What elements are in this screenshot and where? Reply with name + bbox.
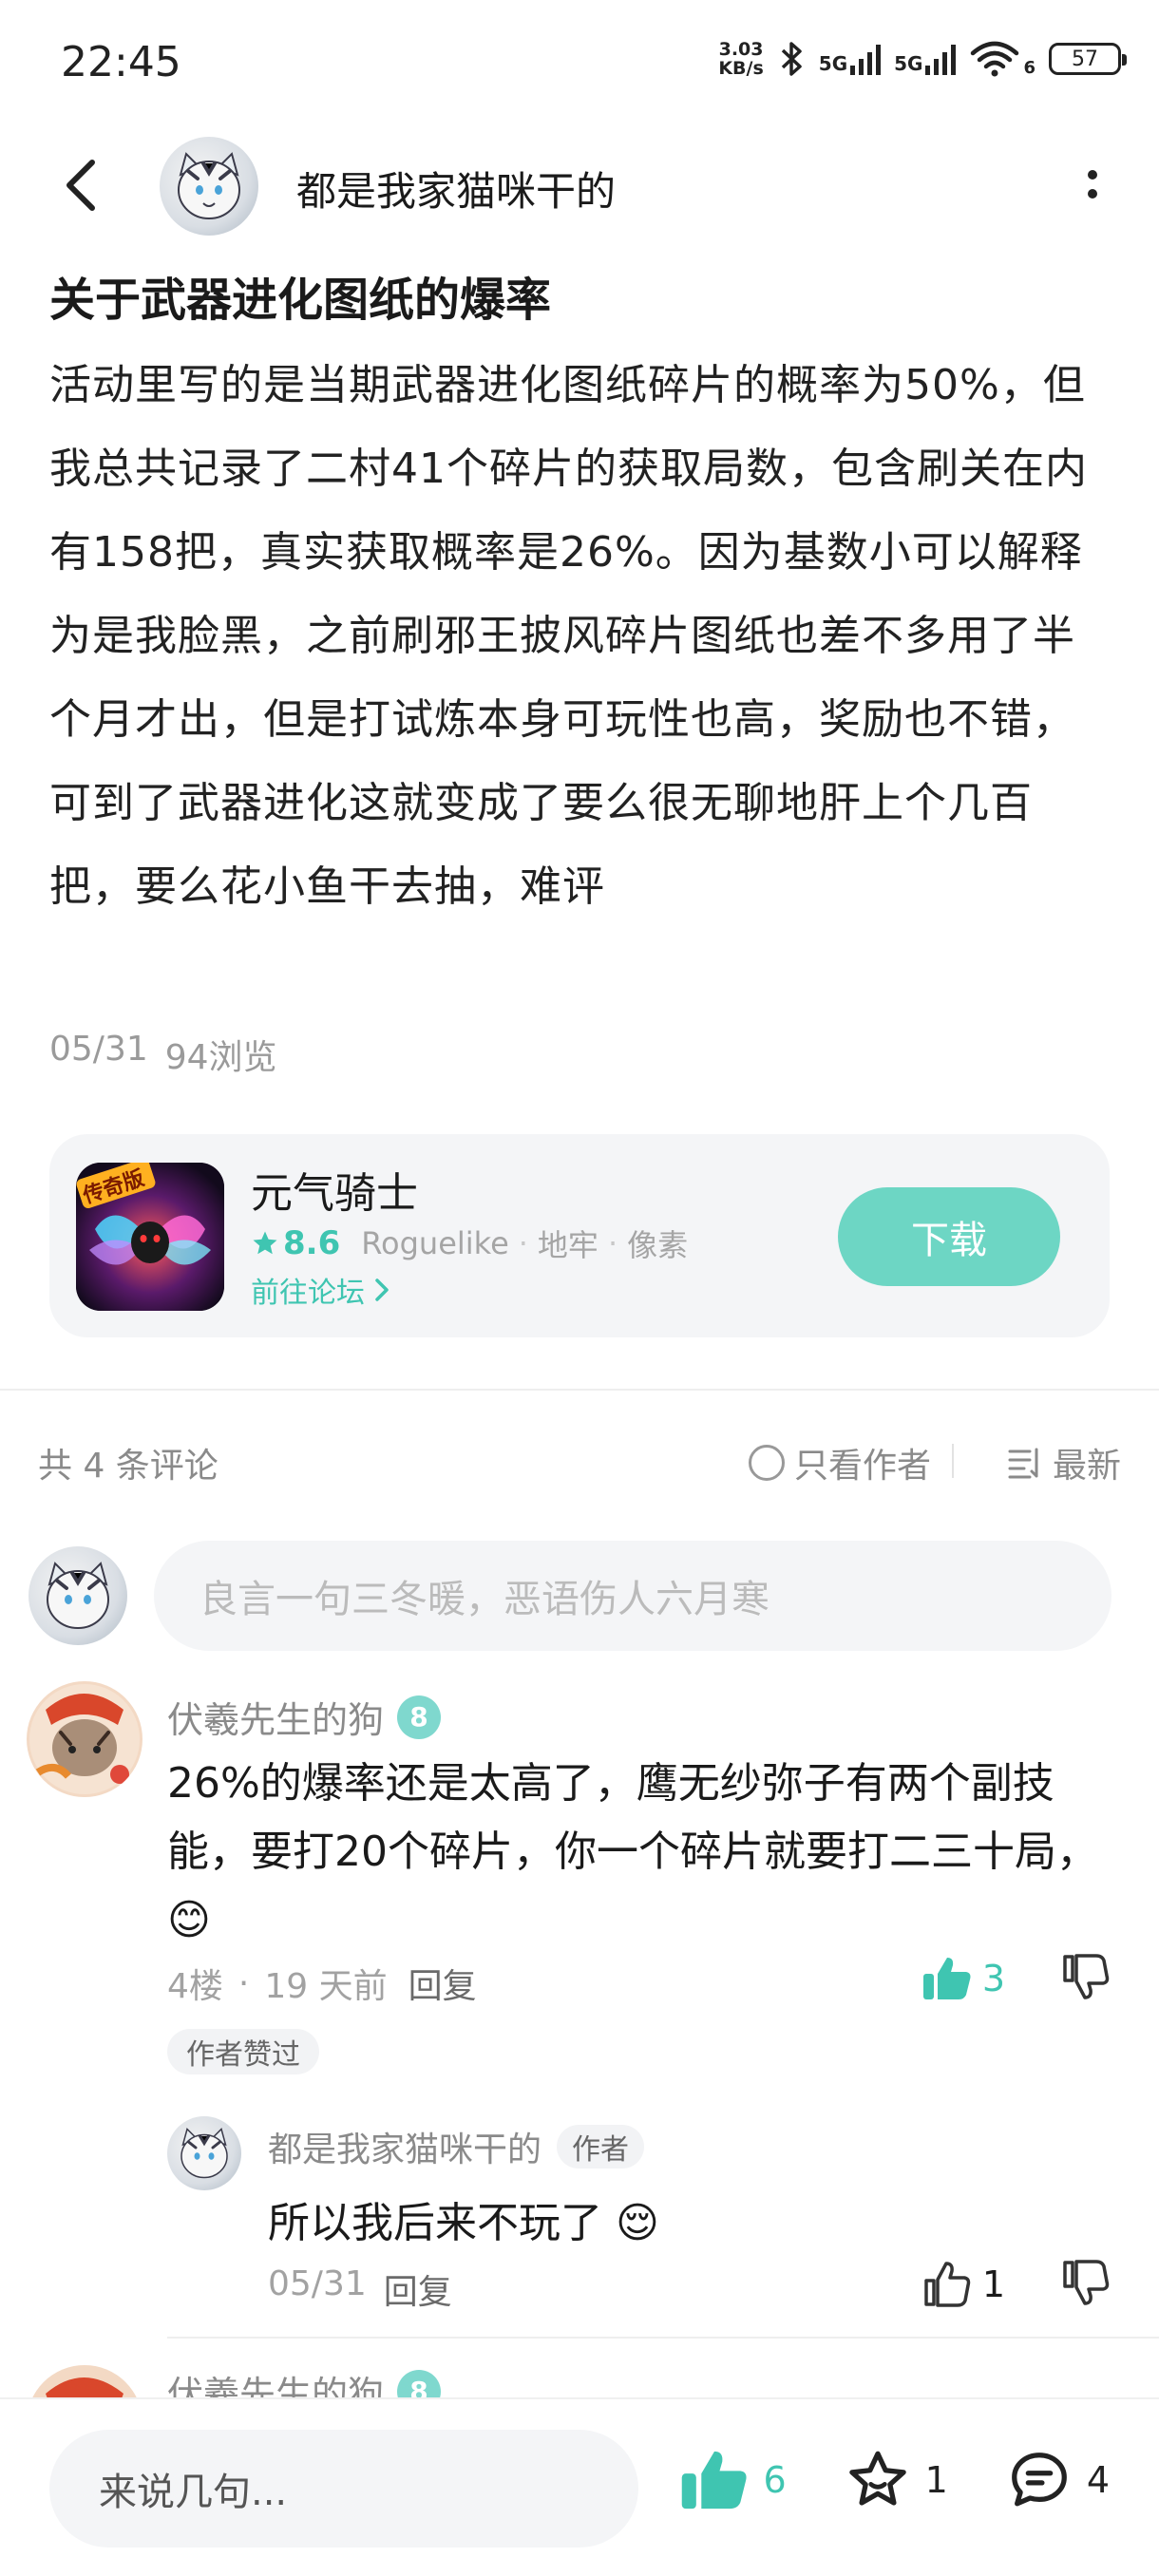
- bottom-bar: 来说几句... 6 1 4: [0, 2397, 1159, 2576]
- like-count: 1: [981, 2263, 1005, 2305]
- game-icon[interactable]: 传奇版: [76, 1163, 224, 1311]
- top-nav: 都是我家猫咪干的: [0, 133, 1159, 237]
- level-badge: 8: [397, 1695, 442, 1739]
- status-time: 22:45: [61, 38, 181, 86]
- comment-item: 伏羲先生的狗 8: [0, 2365, 1159, 2397]
- reply-meta: 05/31 回复: [268, 2264, 452, 2314]
- comments-count: 共 4 条评论: [38, 1447, 218, 1486]
- status-icons: 3.03 KB/s 5G 5G 6 57: [718, 39, 1127, 79]
- comment-floor: 4楼: [167, 1967, 223, 2006]
- tiger-avatar-icon: [178, 152, 240, 219]
- relieved-emoji-icon: 😌: [616, 2199, 659, 2247]
- reply-actions: 1: [923, 2259, 1112, 2310]
- cat-avatar-icon: [27, 1681, 142, 1797]
- status-bar: 22:45 3.03 KB/s 5G 5G 6 57: [0, 0, 1159, 133]
- author-liked-badge: 作者赞过: [167, 2029, 319, 2074]
- game-tag: 像素: [627, 1227, 689, 1263]
- star-icon: [253, 1231, 277, 1255]
- thumbs-down-icon: [1063, 1954, 1110, 1999]
- more-options-button[interactable]: [1064, 156, 1121, 213]
- sort-button[interactable]: 最新: [1007, 1438, 1121, 1487]
- chevron-right-icon: [375, 1279, 389, 1301]
- reply-avatar[interactable]: [167, 2116, 241, 2190]
- comment-text: 26%的爆率还是太高了，鹰无纱弥子有两个副技能，要打20个碎片，你一个碎片就要打…: [167, 1759, 1098, 1944]
- comment-actions: 3: [922, 1953, 1112, 2004]
- cellular-signal-2-icon: 5G: [894, 43, 957, 75]
- like-button[interactable]: 3: [922, 1955, 1005, 2002]
- bottom-actions: 6 1 4: [679, 2447, 1110, 2513]
- chevron-left-icon: [66, 160, 95, 211]
- comment-input[interactable]: 良言一句三冬暖，恶语伤人六月寒: [154, 1541, 1112, 1651]
- smile-emoji-icon: 😊: [167, 1896, 211, 1944]
- comment-count: 4: [1086, 2459, 1110, 2501]
- post-views: 94浏览: [164, 1038, 277, 1077]
- post-title: 关于武器进化图纸的爆率: [49, 274, 552, 327]
- forum-link[interactable]: 前往论坛: [251, 1269, 390, 1311]
- current-user-avatar[interactable]: [28, 1546, 127, 1645]
- cellular-signal-1-icon: 5G: [819, 43, 882, 75]
- back-button[interactable]: [48, 152, 114, 218]
- filter-separator: [952, 1444, 954, 1478]
- section-divider: [0, 1389, 1159, 1391]
- favorite-count: 1: [924, 2459, 948, 2501]
- comment-divider: [167, 2337, 1159, 2339]
- tiger-avatar-icon: [47, 1562, 109, 1629]
- commenter-name[interactable]: 伏羲先生的狗 8: [167, 1691, 442, 1743]
- bluetooth-icon: [781, 42, 802, 76]
- level-badge: 8: [397, 2369, 442, 2397]
- comment-time: 19 天前: [264, 1967, 388, 2006]
- commenter-avatar[interactable]: [27, 1681, 142, 1797]
- thumbs-up-filled-icon: [682, 2451, 748, 2510]
- reply-author-name[interactable]: 都是我家猫咪干的 作者: [268, 2122, 645, 2171]
- reply-button[interactable]: 回复: [408, 1959, 477, 2008]
- dislike-button[interactable]: [1062, 2259, 1112, 2310]
- tiger-avatar-icon: [180, 2128, 228, 2179]
- like-button[interactable]: 1: [923, 2261, 1005, 2308]
- battery-icon: 57: [1049, 43, 1127, 75]
- author-tag: 作者: [557, 2125, 645, 2169]
- author-name[interactable]: 都是我家猫咪干的: [296, 160, 616, 218]
- comments-header: 共 4 条评论 只看作者 最新: [38, 1438, 1121, 1487]
- radio-icon: [748, 1445, 785, 1481]
- favorite-button[interactable]: 1: [844, 2447, 948, 2513]
- reply-date: 05/31: [268, 2264, 367, 2303]
- comment-input-row: 良言一句三冬暖，恶语伤人六月寒: [28, 1541, 1112, 1651]
- game-name[interactable]: 元气骑士: [251, 1159, 418, 1220]
- comment-meta: 4楼 · 19 天前 回复: [167, 1959, 477, 2008]
- game-tag: Roguelike: [361, 1225, 509, 1261]
- reply-text: 所以我后来不玩了 😌: [268, 2199, 659, 2247]
- cat-avatar-icon: [27, 2365, 142, 2397]
- post-meta: 05/31 94浏览: [49, 1030, 277, 1079]
- reply-button[interactable]: 回复: [384, 2264, 452, 2314]
- bottom-comment-input[interactable]: 来说几句...: [49, 2430, 638, 2548]
- dislike-button[interactable]: [1062, 1953, 1112, 2004]
- post-body: 活动里写的是当期武器进化图纸碎片的概率为50%，但我总共记录了二村41个碎片的获…: [49, 361, 1088, 911]
- commenter-avatar[interactable]: [27, 2365, 142, 2397]
- game-score: 8.6: [251, 1224, 340, 1262]
- network-speed: 3.03 KB/s: [718, 39, 764, 79]
- author-avatar[interactable]: [160, 137, 258, 236]
- game-tag: 地牢: [537, 1227, 598, 1263]
- post-date: 05/31: [49, 1030, 148, 1069]
- thumbs-up-filled-icon: [922, 1958, 971, 1999]
- game-card[interactable]: 传奇版 元气骑士 8.6 Roguelike · 地牢 · 像素 前往论坛 下载: [49, 1134, 1110, 1337]
- post-like-count: 6: [763, 2459, 787, 2501]
- thumbs-down-icon: [1063, 2260, 1110, 2305]
- game-tags: 8.6 Roguelike · 地牢 · 像素: [251, 1222, 688, 1265]
- comment-bubble-icon: [1011, 2453, 1067, 2507]
- star-outline-icon: [848, 2451, 906, 2506]
- download-button[interactable]: 下载: [838, 1187, 1060, 1286]
- thumbs-up-icon: [924, 2262, 971, 2307]
- commenter-name[interactable]: 伏羲先生的狗 8: [167, 2365, 442, 2397]
- author-only-toggle[interactable]: 只看作者: [748, 1438, 931, 1487]
- post-like-button[interactable]: 6: [679, 2447, 787, 2513]
- sort-icon: [1008, 1448, 1038, 1479]
- wifi-icon: 6: [969, 40, 1036, 78]
- comments-button[interactable]: 4: [1005, 2447, 1110, 2513]
- like-count: 3: [981, 1958, 1005, 1999]
